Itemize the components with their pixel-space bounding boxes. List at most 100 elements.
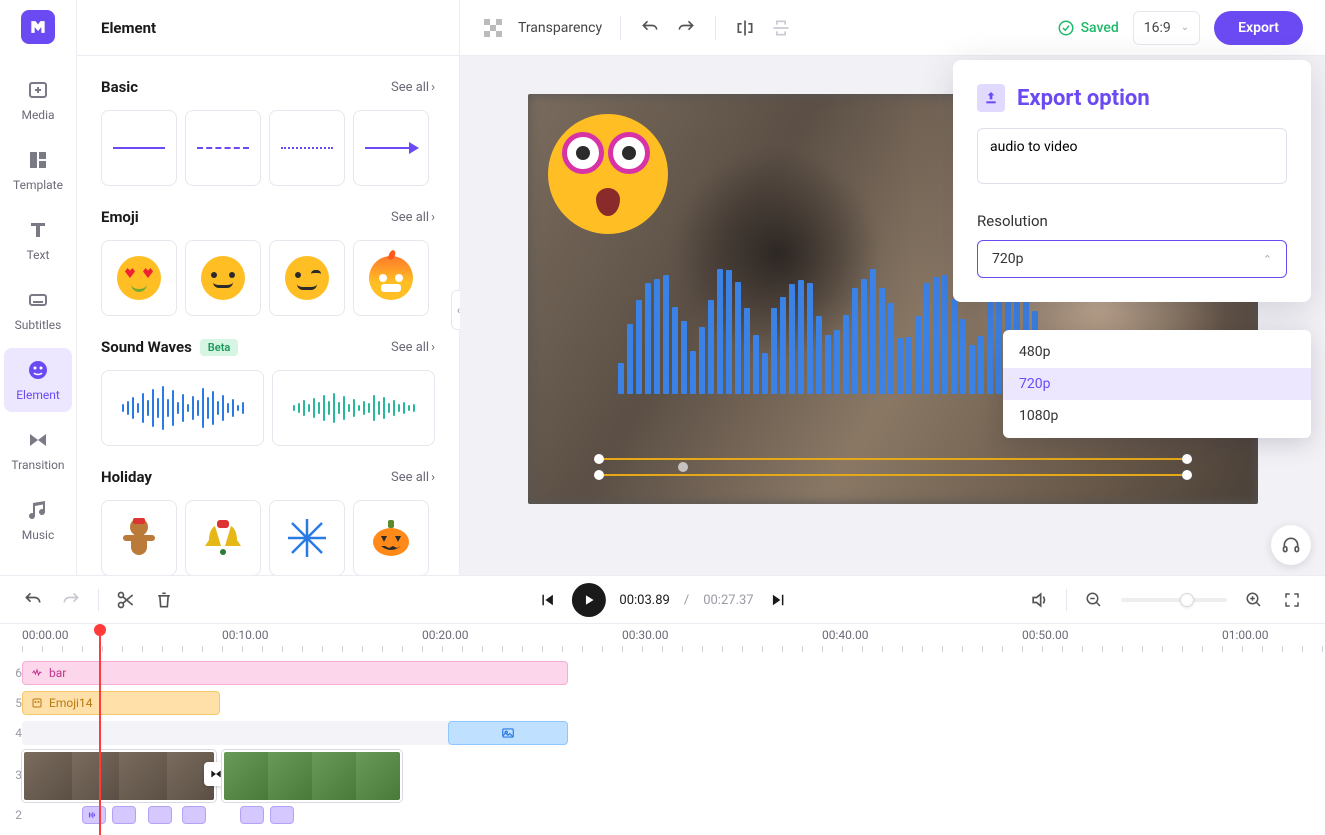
undo-button[interactable]	[639, 17, 661, 39]
video-clip-2[interactable]	[222, 750, 402, 802]
nav-template[interactable]: Template	[4, 138, 72, 202]
track-2[interactable]: 2	[0, 804, 1325, 826]
see-all-emoji[interactable]: See all›	[391, 210, 435, 225]
emoji-hearteyes[interactable]	[101, 240, 177, 316]
timeline-redo[interactable]	[60, 589, 82, 611]
canvas-line-selected[interactable]	[598, 454, 1188, 482]
track-5[interactable]: 5 Emoji14	[0, 688, 1325, 718]
play-button[interactable]	[571, 583, 605, 617]
zoom-slider[interactable]	[1121, 598, 1227, 602]
nav-label: Template	[13, 178, 63, 192]
section-title: Sound WavesBeta	[101, 338, 238, 356]
basic-dotted[interactable]	[269, 110, 345, 186]
canvas-emoji-element[interactable]	[548, 114, 668, 234]
nav-transition[interactable]: Transition	[4, 418, 72, 482]
rotate-handle[interactable]	[678, 462, 688, 472]
chevron-right-icon: ›	[431, 210, 435, 225]
export-icon	[977, 84, 1005, 112]
resolution-dropdown: 480p 720p 1080p	[1003, 330, 1311, 438]
clip-image[interactable]	[448, 721, 568, 745]
top-toolbar: Transparency Saved 16:9⌄ Export	[460, 0, 1325, 56]
nav-subtitles[interactable]: Subtitles	[4, 278, 72, 342]
export-name-input[interactable]	[977, 128, 1287, 184]
zoom-knob[interactable]	[1180, 593, 1194, 607]
chevron-right-icon: ›	[431, 80, 435, 95]
transparency-icon[interactable]	[482, 17, 504, 39]
flip-horizontal-button[interactable]	[734, 17, 756, 39]
nav-media[interactable]: Media	[4, 68, 72, 132]
nav-label: Element	[16, 388, 60, 402]
holiday-pumpkin[interactable]	[353, 500, 429, 575]
fit-button[interactable]	[1281, 589, 1303, 611]
zoom-out-button[interactable]	[1083, 589, 1105, 611]
audio-clip-1[interactable]	[82, 806, 106, 824]
export-button[interactable]: Export	[1214, 11, 1303, 45]
nav-music[interactable]: Music	[4, 488, 72, 552]
panel-title: Element	[77, 0, 459, 56]
left-sidebar: Media Template Text Subtitles Element Tr…	[0, 0, 77, 575]
emoji-angry[interactable]	[353, 240, 429, 316]
clip-bar[interactable]: bar	[22, 661, 568, 685]
split-button[interactable]	[115, 589, 137, 611]
see-all-holiday[interactable]: See all›	[391, 470, 435, 485]
audio-clip-4[interactable]	[182, 806, 206, 824]
mute-button[interactable]	[1028, 589, 1050, 611]
aspect-ratio-select[interactable]: 16:9⌄	[1133, 11, 1200, 45]
beta-badge: Beta	[200, 339, 239, 356]
emoji-tongue[interactable]	[269, 240, 345, 316]
chevron-right-icon: ›	[431, 470, 435, 485]
skip-end-button[interactable]	[768, 589, 790, 611]
basic-dashed[interactable]	[185, 110, 261, 186]
flip-vertical-button[interactable]	[770, 17, 792, 39]
total-duration: 00:27.37	[703, 593, 753, 608]
resolution-option-480p[interactable]: 480p	[1003, 336, 1311, 368]
nav-label: Music	[22, 528, 54, 542]
timeline: 00:03.89 / 00:27.37 00:00.0000:10.0000:2…	[0, 575, 1325, 835]
soundwave-mirror[interactable]	[272, 370, 435, 446]
resolution-option-720p[interactable]: 720p	[1003, 368, 1311, 400]
chevron-right-icon: ›	[431, 340, 435, 355]
holiday-snowflake[interactable]	[269, 500, 345, 575]
panel-body[interactable]: Basic See all› Emoji See all›	[77, 56, 459, 575]
see-all-sound[interactable]: See all›	[391, 340, 435, 355]
zoom-in-button[interactable]	[1243, 589, 1265, 611]
nav-text[interactable]: Text	[4, 208, 72, 272]
audio-clip-3[interactable]	[148, 806, 172, 824]
playhead[interactable]	[99, 624, 101, 835]
clip-emoji14[interactable]: Emoji14	[22, 691, 220, 715]
timeline-toolbar: 00:03.89 / 00:27.37	[0, 576, 1325, 624]
holiday-gingerbread[interactable]	[101, 500, 177, 575]
track-3[interactable]: 3	[0, 748, 1325, 804]
nav-label: Subtitles	[15, 318, 62, 332]
section-title: Emoji	[101, 208, 139, 226]
audio-clip-2[interactable]	[112, 806, 136, 824]
timeline-tracks: 6 bar 5 Emoji14 4 3	[0, 656, 1325, 826]
section-basic: Basic See all›	[101, 78, 435, 186]
skip-start-button[interactable]	[535, 589, 557, 611]
video-clip-1[interactable]	[22, 750, 216, 802]
section-title: Basic	[101, 78, 138, 96]
resolution-select[interactable]: 720p ⌃	[977, 240, 1287, 278]
delete-button[interactable]	[153, 589, 175, 611]
timeline-undo[interactable]	[22, 589, 44, 611]
timeline-ruler[interactable]: 00:00.0000:10.0000:20.0000:30.0000:40.00…	[0, 624, 1325, 656]
see-all-basic[interactable]: See all›	[391, 80, 435, 95]
holiday-bells[interactable]	[185, 500, 261, 575]
current-time: 00:03.89	[619, 593, 669, 608]
nav-element[interactable]: Element	[4, 348, 72, 412]
soundwave-bars[interactable]	[101, 370, 264, 446]
resolution-option-1080p[interactable]: 1080p	[1003, 400, 1311, 432]
track-4[interactable]: 4	[0, 718, 1325, 748]
support-button[interactable]	[1271, 525, 1311, 565]
track-6[interactable]: 6 bar	[0, 658, 1325, 688]
emoji-smirk[interactable]	[185, 240, 261, 316]
redo-button[interactable]	[675, 17, 697, 39]
resolution-label: Resolution	[977, 212, 1287, 230]
element-panel: Element Basic See all› Emoji See all›	[77, 0, 460, 575]
basic-line[interactable]	[101, 110, 177, 186]
audio-clip-5[interactable]	[240, 806, 264, 824]
basic-arrow[interactable]	[353, 110, 429, 186]
transparency-label[interactable]: Transparency	[518, 20, 602, 36]
audio-clip-6[interactable]	[270, 806, 294, 824]
app-logo[interactable]	[21, 10, 55, 44]
